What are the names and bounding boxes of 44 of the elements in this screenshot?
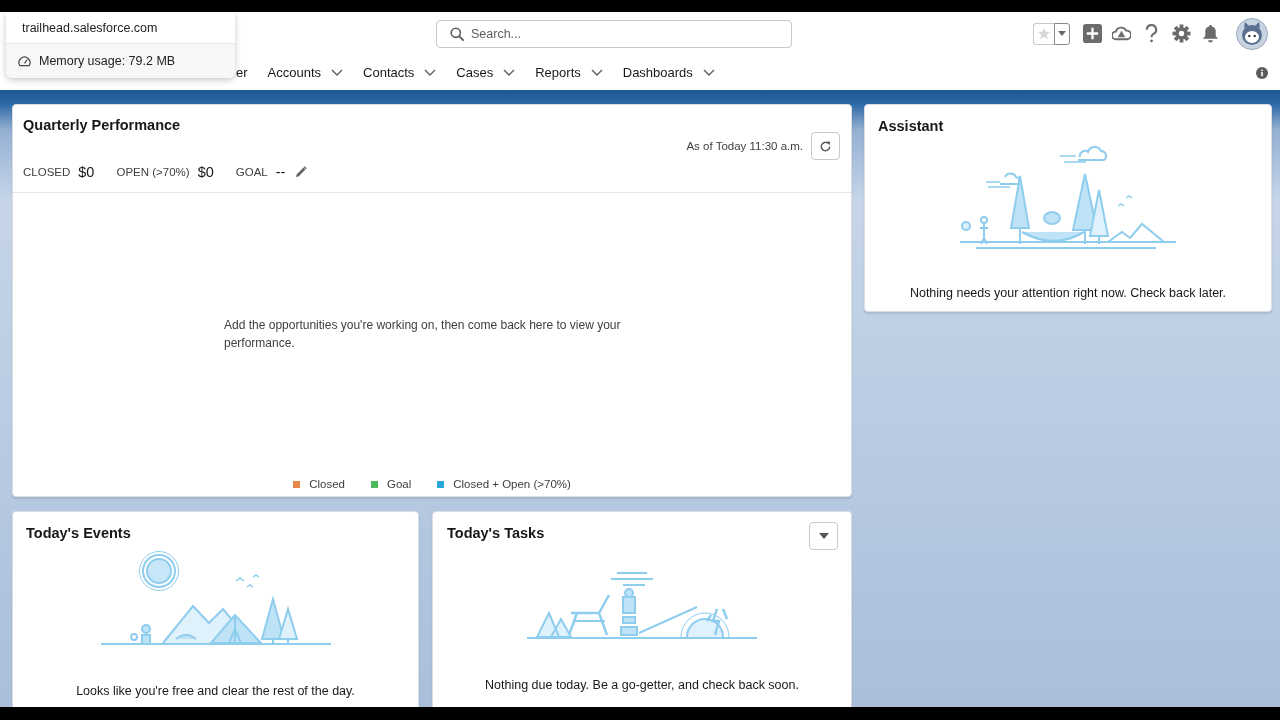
metric-value: $0 — [78, 164, 95, 180]
search-field[interactable]: Search... — [436, 19, 792, 48]
edit-goal-button[interactable] — [295, 166, 308, 178]
card-title: Today's Tasks — [447, 524, 545, 542]
cloud-icon[interactable] — [1112, 24, 1131, 43]
settings-icon[interactable] — [1172, 24, 1191, 43]
nav-tab[interactable]: Contacts — [353, 58, 447, 87]
memory-usage-text: Memory usage: 79.2 MB — [39, 54, 176, 68]
metric-label: OPEN (>70%) — [116, 166, 190, 178]
card-title: Assistant — [877, 117, 945, 135]
info-icon[interactable] — [1256, 66, 1268, 79]
metric-value: -- — [275, 164, 286, 180]
gauge-icon — [18, 55, 31, 67]
legend-label: Closed + Open (>70%) — [453, 478, 571, 490]
legend-label: Closed — [309, 478, 345, 490]
empty-state-message: Nothing needs your attention right now. Check back later. — [908, 285, 1228, 301]
empty-state-message: Looks like you're free and clear the rest of the day. — [75, 683, 356, 699]
card-title: Today's Events — [25, 524, 132, 542]
legend-label: Goal — [386, 478, 412, 490]
metric-label: GOAL — [235, 166, 268, 178]
nav-tab[interactable]: Dashboards — [612, 58, 725, 87]
bell-icon[interactable] — [1201, 24, 1220, 43]
metric-label: CLOSED — [23, 166, 71, 178]
tasks-menu-button[interactable] — [809, 522, 838, 550]
nav-tab[interactable]: Reports — [525, 58, 613, 87]
card-title: Quarterly Performance — [23, 116, 182, 134]
help-icon[interactable] — [1145, 24, 1158, 43]
as-of-timestamp: As of Today 11:30 a.m. — [686, 140, 803, 152]
caret-down-icon — [818, 533, 829, 539]
site-address: trailhead.salesforce.com — [22, 20, 158, 35]
favorites-menu-button[interactable] — [1054, 22, 1070, 45]
refresh-button[interactable] — [811, 132, 840, 160]
nav-tab[interactable]: er — [226, 58, 258, 87]
star-icon — [1037, 27, 1051, 40]
caret-icon — [1058, 31, 1066, 36]
empty-state-message: Add the opportunities you're working on, then come back here to view your performance. — [224, 316, 622, 352]
plus-icon[interactable] — [1083, 24, 1102, 43]
refresh-icon — [819, 139, 832, 153]
metric-value: $0 — [197, 164, 214, 180]
nav-tab[interactable]: Accounts — [257, 58, 354, 87]
empty-state-message: Nothing due today. Be a go-getter, and check back soon. — [484, 677, 800, 693]
avatar-icon[interactable] — [1236, 17, 1268, 50]
pencil-icon — [295, 166, 308, 178]
nav-tab[interactable]: Cases — [446, 58, 526, 87]
